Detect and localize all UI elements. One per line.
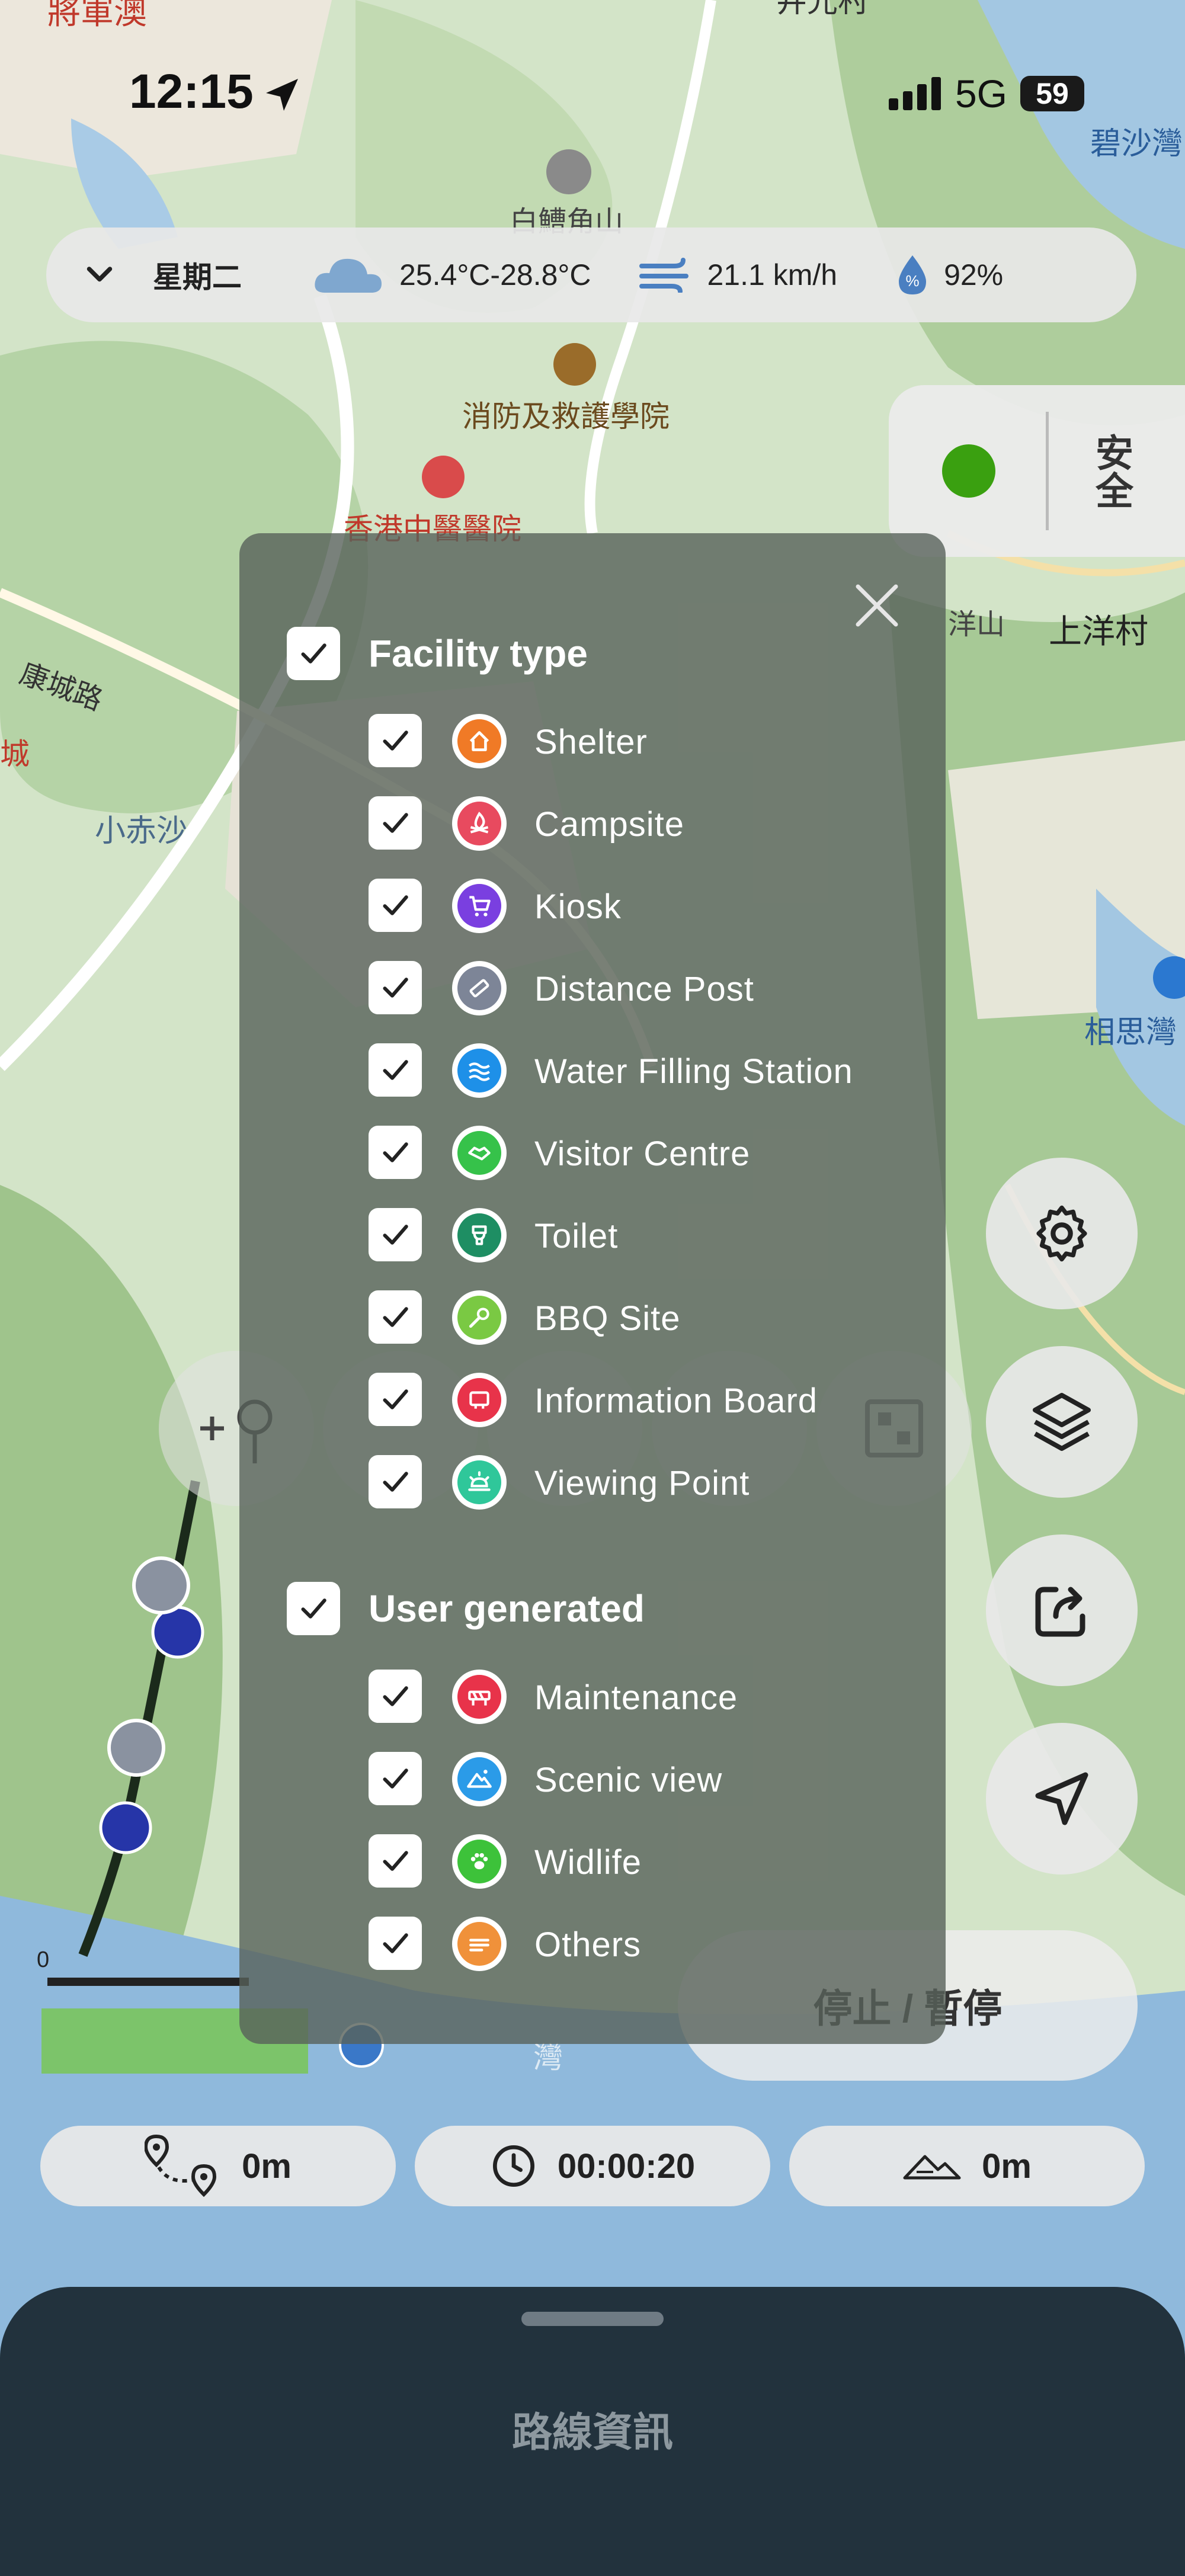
water-waves-icon [452, 1043, 507, 1098]
safety-status-pill[interactable]: 安全 [889, 385, 1185, 557]
filter-checkbox-maintenance[interactable] [369, 1670, 422, 1723]
distance-post-icon [452, 961, 507, 1015]
map-layers-button[interactable] [986, 1346, 1138, 1498]
filter-checkbox-campsite[interactable] [369, 796, 422, 850]
filter-checkbox-toilet[interactable] [369, 1208, 422, 1261]
filter-checkbox-scenic-view[interactable] [369, 1752, 422, 1805]
filter-label-viewing-point: Viewing Point [534, 1464, 750, 1502]
chevron-down-icon[interactable] [82, 257, 117, 293]
map-label-scale-zero: 0 [37, 1947, 49, 1972]
map-label-bay-bottom: 灣 [533, 2041, 563, 2074]
navigate-button[interactable] [986, 1723, 1138, 1875]
weather-day: 星期二 [153, 261, 242, 294]
navigation-arrow-icon [1035, 1772, 1088, 1825]
filter-checkbox-kiosk[interactable] [369, 879, 422, 932]
filter-label-visitor-centre: Visitor Centre [534, 1135, 751, 1173]
wind-icon [639, 258, 688, 293]
campfire-icon [452, 796, 507, 851]
filter-label-information-board: Information Board [534, 1382, 818, 1420]
mountain-icon [452, 1752, 507, 1806]
safety-status-dot [942, 444, 995, 498]
map-label-academy: 消防及救護學院 [462, 400, 670, 433]
elevation-stat: 0m [789, 2126, 1145, 2206]
humidity-drop-icon: % [899, 255, 927, 294]
cart-icon [452, 879, 507, 933]
map-label-top-left: 將軍澳 [47, 0, 147, 31]
filter-checkbox-distance-post[interactable] [369, 961, 422, 1014]
cloud-icon [315, 258, 382, 293]
map-label-bay-mid: 相思灣 [1084, 1015, 1177, 1050]
sheet-drag-handle[interactable] [521, 2312, 664, 2326]
map-label-village: 上洋村 [1049, 613, 1148, 650]
toilet-icon [452, 1208, 507, 1263]
info-board-icon [452, 1373, 507, 1427]
filter-checkbox-water-filling-station[interactable] [369, 1043, 422, 1097]
clock-icon [492, 2145, 534, 2187]
close-icon[interactable] [853, 582, 901, 629]
filter-label-kiosk: Kiosk [534, 887, 622, 926]
filter-checkbox-visitor-centre[interactable] [369, 1126, 422, 1179]
facility-type-checkbox[interactable] [287, 627, 340, 680]
battery-icon: 59 [1020, 76, 1084, 111]
distance-value: 0m [242, 2146, 292, 2186]
filter-label-water-filling-station: Water Filling Station [534, 1052, 853, 1091]
paw-icon [452, 1834, 507, 1889]
filter-label-shelter: Shelter [534, 723, 648, 761]
layers-icon [1033, 1393, 1091, 1451]
settings-button[interactable] [986, 1158, 1138, 1309]
filter-label-others: Others [534, 1925, 642, 1964]
filter-checkbox-widlife[interactable] [369, 1834, 422, 1888]
map-label-top-center: 井光村 [776, 0, 869, 19]
filter-checkbox-information-board[interactable] [369, 1373, 422, 1426]
elapsed-time-value: 00:00:20 [557, 2146, 696, 2186]
share-button[interactable] [986, 1534, 1138, 1686]
filter-label-campsite: Campsite [534, 805, 684, 844]
status-time: 12:15 [129, 65, 254, 118]
user-generated-title: User generated [369, 1587, 645, 1630]
status-indicators: 5G 59 [888, 71, 1084, 116]
distance-stat: 0m [40, 2126, 396, 2206]
elapsed-time-stat: 00:00:20 [415, 2126, 770, 2206]
filter-label-distance-post: Distance Post [534, 970, 754, 1008]
safety-status-label: 安全 [1090, 433, 1133, 509]
filter-checkbox-shelter[interactable] [369, 714, 422, 767]
map-label-side-left: 城 [0, 738, 30, 771]
filter-checkbox-viewing-point[interactable] [369, 1455, 422, 1508]
elevation-value: 0m [982, 2146, 1032, 2186]
route-distance-icon [145, 2134, 217, 2197]
share-icon [1035, 1587, 1085, 1637]
weather-humidity: 92% [944, 258, 1004, 291]
network-type: 5G [955, 72, 1007, 116]
filter-label-toilet: Toilet [534, 1217, 619, 1255]
filter-label-maintenance: Maintenance [534, 1678, 738, 1717]
others-icon [452, 1917, 507, 1971]
weather-bar[interactable]: 星期二 25.4°C-28.8°C 21.1 km/h % 92% [46, 228, 1136, 322]
house-icon [452, 714, 507, 768]
handshake-icon [452, 1126, 507, 1180]
gear-icon [1036, 1205, 1087, 1262]
facility-type-title: Facility type [369, 632, 588, 675]
filter-checkbox-bbq-site[interactable] [369, 1290, 422, 1344]
svg-text:%: % [906, 272, 920, 290]
barrier-icon [452, 1670, 507, 1724]
user-generated-checkbox[interactable] [287, 1582, 340, 1635]
filter-label-scenic-view: Scenic view [534, 1761, 723, 1799]
map-label-beach: 小赤沙 [95, 814, 187, 848]
bbq-fork-icon [452, 1290, 507, 1345]
weather-wind: 21.1 km/h [707, 258, 838, 291]
map-label-bay-top: 碧沙灣 [1090, 127, 1183, 161]
map-label-hill: 洋山 [948, 609, 1005, 640]
filter-label-bbq-site: BBQ Site [534, 1299, 681, 1338]
signal-icon [888, 77, 941, 110]
weather-temperature: 25.4°C-28.8°C [399, 258, 591, 291]
filter-checkbox-others[interactable] [369, 1917, 422, 1970]
safety-divider [1046, 412, 1049, 530]
filter-label-widlife: Widlife [534, 1843, 642, 1882]
route-info-title: 路線資訊 [511, 2410, 673, 2455]
location-arrow-icon [266, 79, 298, 111]
elevation-mountain-icon [903, 2155, 961, 2180]
sunrise-icon [452, 1455, 507, 1510]
